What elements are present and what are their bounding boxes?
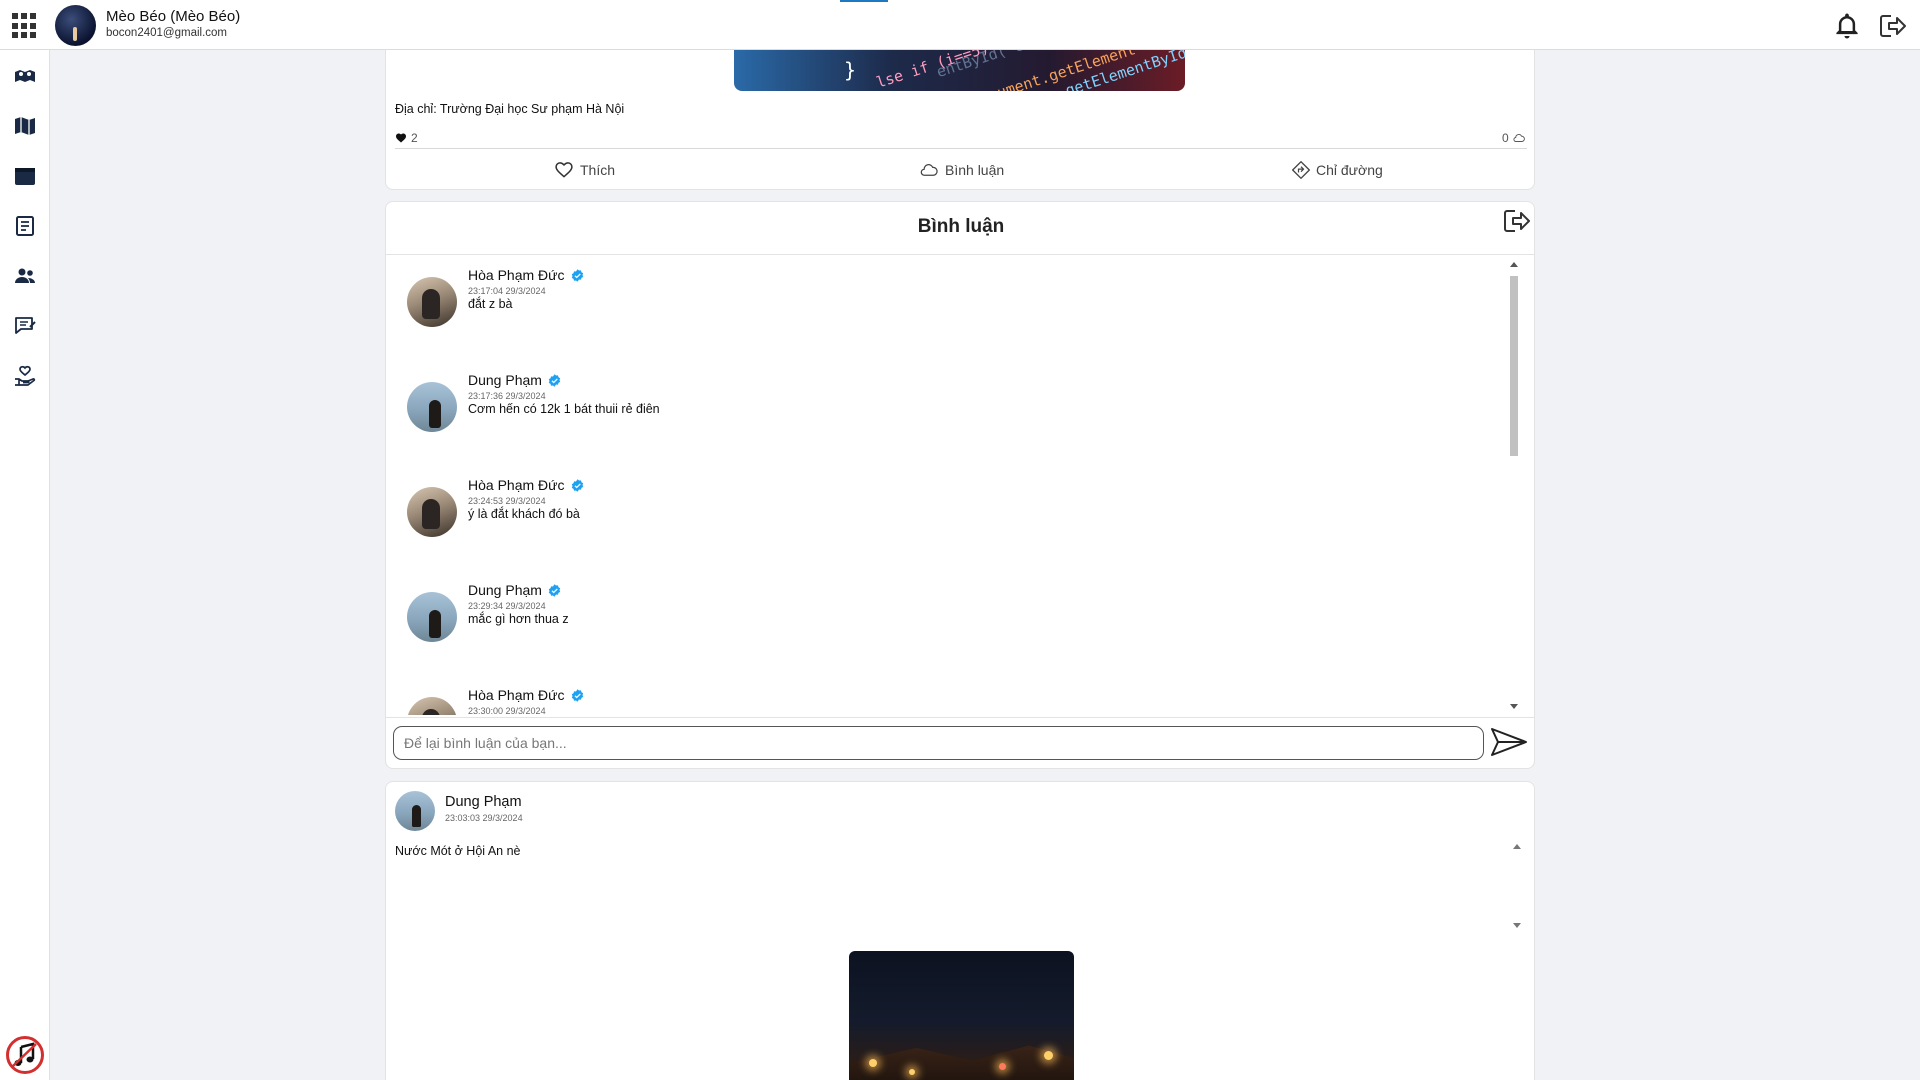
directions-label: Chỉ đường	[1316, 162, 1383, 178]
commenter-name[interactable]: Dung Phạm	[468, 372, 562, 388]
commenter-name[interactable]: Hòa Phạm Đức	[468, 477, 585, 493]
scroll-up-arrow[interactable]	[1510, 262, 1518, 267]
sidebar	[0, 50, 50, 1080]
code-text: }	[844, 58, 857, 82]
commenter-avatar[interactable]	[407, 277, 457, 327]
chat-edit-icon[interactable]	[13, 314, 37, 338]
comment-time: 23:17:36 29/3/2024	[468, 391, 546, 401]
heart-icon	[396, 133, 406, 143]
comment-time: 23:17:04 29/3/2024	[468, 286, 546, 296]
like-label: Thích	[580, 162, 616, 178]
user-name: Mèo Béo (Mèo Béo)	[106, 8, 241, 25]
commenter-avatar[interactable]	[407, 697, 457, 715]
image-light	[869, 1059, 877, 1067]
comment-text: mắc gì hơn thua z	[468, 612, 569, 626]
comment-text: Cơm hến có 12k 1 bát thuii rẻ điên	[468, 402, 660, 416]
author-avatar[interactable]	[395, 791, 435, 831]
calendar-icon[interactable]	[13, 164, 37, 188]
divider	[395, 148, 1527, 149]
music-note-icon	[12, 1042, 37, 1067]
comment-list[interactable]: Hòa Phạm Đức 23:17:04 29/3/2024 đắt z bà…	[386, 255, 1506, 715]
verified-badge-icon	[548, 583, 561, 597]
user-avatar[interactable]	[55, 5, 96, 46]
verified-badge-icon	[571, 268, 583, 282]
scroll-down-arrow[interactable]	[1513, 923, 1521, 928]
image-roofs	[849, 1045, 1074, 1080]
logout-icon[interactable]	[1879, 13, 1907, 39]
map-pins-icon[interactable]	[13, 64, 37, 88]
commenter-avatar[interactable]	[407, 592, 457, 642]
music-toggle-button[interactable]	[6, 1036, 44, 1074]
directions-button[interactable]: Chỉ đường	[1291, 158, 1383, 182]
top-progress-indicator	[840, 0, 888, 2]
commenter-name[interactable]: Hòa Phạm Đức	[468, 267, 585, 283]
commenter-name-text: Hòa Phạm Đức	[468, 687, 565, 703]
close-comments-icon[interactable]	[1503, 208, 1531, 234]
user-email: bocon2401@gmail.com	[106, 27, 227, 39]
likes-number: 2	[411, 131, 418, 145]
users-icon[interactable]	[13, 264, 37, 288]
cloud-icon	[920, 164, 938, 176]
post-address: Địa chỉ: Trường Đại học Sư phạm Hà Nội	[395, 102, 625, 116]
verified-badge-icon	[571, 478, 583, 492]
comment-time: 23:30:00 29/3/2024	[468, 706, 546, 715]
volunteer-icon[interactable]	[13, 364, 37, 388]
cloud-icon	[1513, 134, 1525, 142]
image-light	[1044, 1051, 1053, 1060]
apps-grid-icon[interactable]	[12, 13, 38, 39]
commenter-name-text: Hòa Phạm Đức	[468, 267, 565, 283]
comment-input[interactable]	[393, 726, 1484, 760]
comments-count: 0	[1502, 131, 1526, 145]
comment-text: ý là đắt khách đó bà	[468, 507, 580, 521]
post-author[interactable]: Dung Phạm	[445, 794, 522, 810]
image-light	[909, 1069, 915, 1075]
post-time: 23:03:03 29/3/2024	[445, 813, 523, 823]
like-button[interactable]: Thích	[553, 158, 615, 182]
comment-text: đắt z bà	[468, 297, 513, 311]
comment-time: 23:24:53 29/3/2024	[468, 496, 546, 506]
comments-panel: Bình luận Hòa Phạm Đức 23:17:04 29/3/202…	[385, 201, 1535, 769]
commenter-name-text: Dung Phạm	[468, 372, 542, 388]
post-card: Dung Phạm 23:03:03 29/3/2024 Nước Mót ở …	[385, 781, 1535, 1080]
post-image-night-street[interactable]	[849, 951, 1074, 1080]
likes-count: 2	[395, 131, 418, 145]
comments-number: 0	[1502, 131, 1509, 145]
book-icon[interactable]	[13, 214, 37, 238]
post-text-scrollbar[interactable]	[1511, 842, 1523, 930]
map-icon[interactable]	[13, 114, 37, 138]
verified-badge-icon	[548, 373, 561, 387]
commenter-avatar[interactable]	[407, 487, 457, 537]
post-text: Nước Mót ở Hội An nè	[395, 844, 521, 858]
divider	[386, 717, 1534, 718]
directions-icon	[1292, 161, 1310, 179]
scroll-up-arrow[interactable]	[1513, 844, 1521, 849]
commenter-name[interactable]: Dung Phạm	[468, 582, 562, 598]
scrollbar-thumb[interactable]	[1510, 276, 1518, 456]
image-light	[999, 1063, 1006, 1070]
send-icon[interactable]	[1490, 726, 1528, 758]
scroll-down-arrow[interactable]	[1510, 704, 1518, 709]
comments-title: Bình luận	[917, 216, 1005, 237]
bell-icon[interactable]	[1832, 11, 1862, 41]
comment-button[interactable]: Bình luận	[918, 158, 1004, 182]
commenter-avatar[interactable]	[407, 382, 457, 432]
verified-badge-icon	[571, 688, 583, 702]
comments-scrollbar[interactable]	[1507, 258, 1521, 713]
top-bar: Mèo Béo (Mèo Béo) bocon2401@gmail.com	[0, 0, 1920, 50]
commenter-name-text: Dung Phạm	[468, 582, 542, 598]
comment-label: Bình luận	[945, 162, 1005, 178]
heart-outline-icon	[555, 162, 573, 178]
commenter-name-text: Hòa Phạm Đức	[468, 477, 565, 493]
comment-time: 23:29:34 29/3/2024	[468, 601, 546, 611]
commenter-name[interactable]: Hòa Phạm Đức	[468, 687, 585, 703]
post-image-code[interactable]: } lse if (i==5) ument.getElement .getEle…	[734, 50, 1185, 91]
